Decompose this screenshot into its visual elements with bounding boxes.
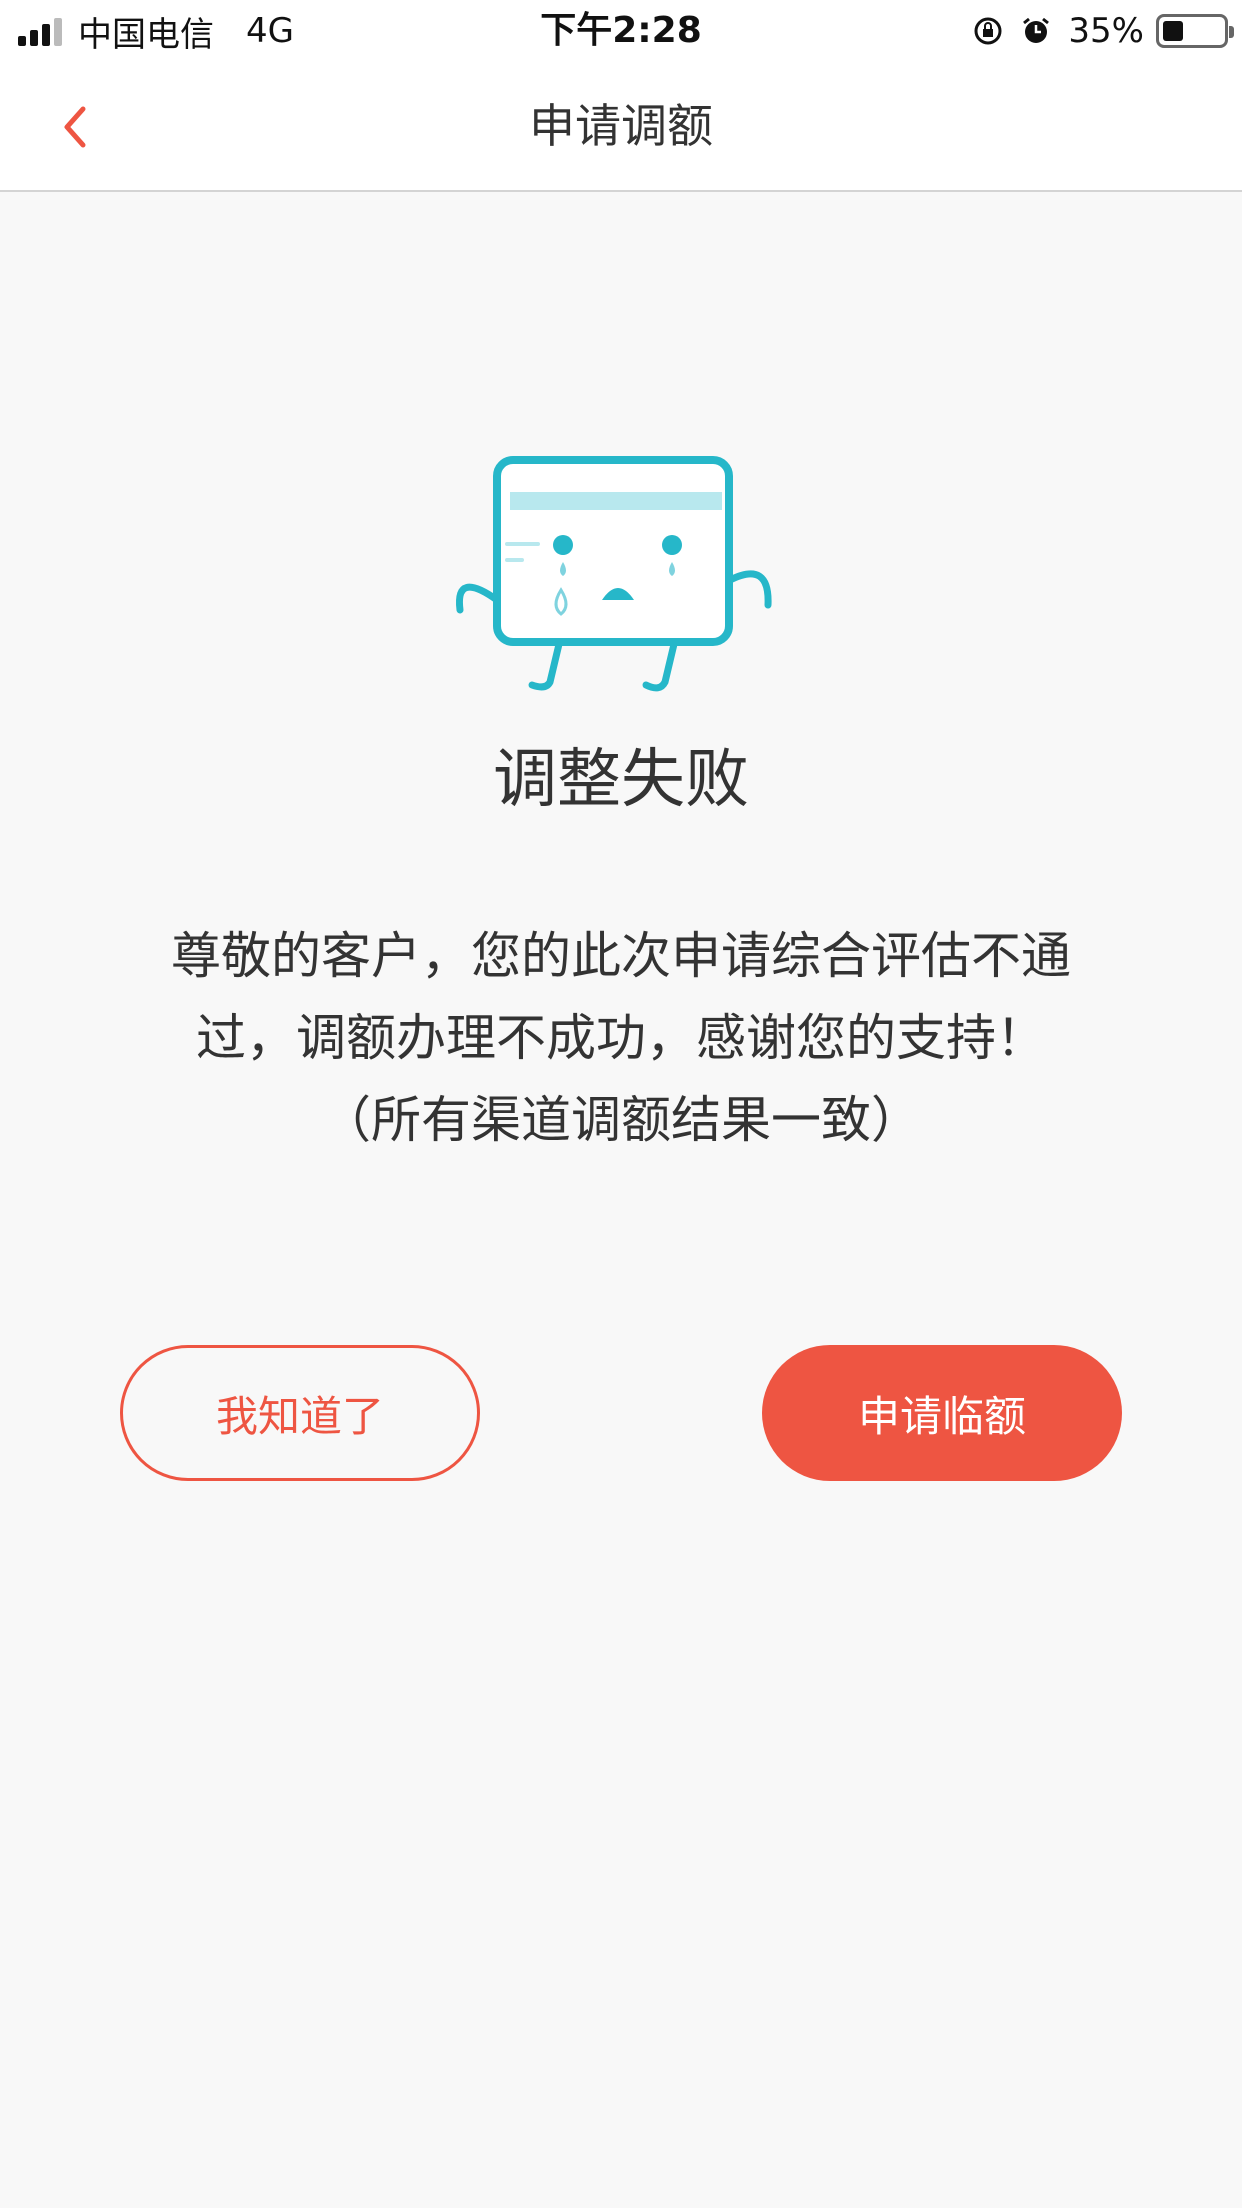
status-bar: 中国电信 4G 下午2:28 35% xyxy=(0,0,1242,62)
chevron-left-icon xyxy=(64,106,86,148)
battery-level xyxy=(1163,21,1184,41)
result-message: 尊敬的客户，您的此次申请综合评估不通过，调额办理不成功，感谢您的支持！（所有渠道… xyxy=(171,927,1071,1149)
alarm-icon xyxy=(1023,17,1050,43)
page-title: 申请调额 xyxy=(529,99,713,153)
crying-card-illustration xyxy=(455,456,772,692)
back-button[interactable] xyxy=(40,92,110,162)
apply-temp-limit-button[interactable]: 申请临额 xyxy=(762,1345,1122,1481)
nav-bar: 申请调额 xyxy=(0,62,1242,192)
battery-icon xyxy=(1156,14,1234,48)
acknowledge-button[interactable]: 我知道了 xyxy=(120,1345,480,1481)
rotation-lock-icon xyxy=(974,17,1002,45)
battery-percent: 35% xyxy=(1068,11,1144,51)
status-bar-right: 35% xyxy=(972,8,1234,54)
result-title: 调整失败 xyxy=(493,743,749,817)
